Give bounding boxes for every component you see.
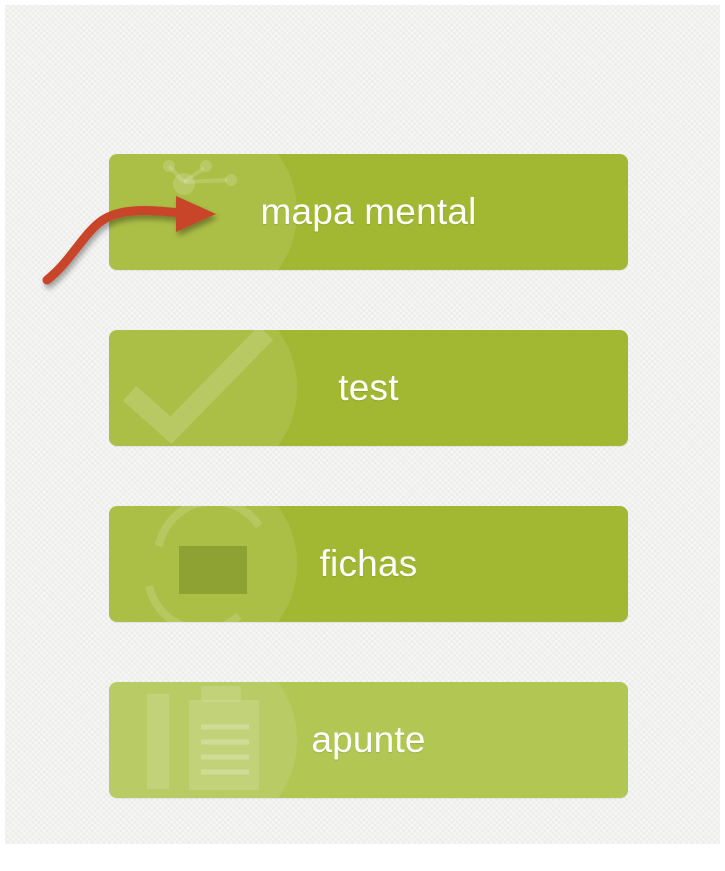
- apunte-button[interactable]: apunte: [109, 682, 628, 798]
- button-label: fichas: [319, 543, 418, 584]
- button-label: test: [338, 367, 399, 408]
- test-button[interactable]: test: [109, 330, 628, 446]
- button-label: apunte: [311, 719, 426, 760]
- page-background: mapa mental test fichas apunte: [5, 5, 720, 844]
- button-label: mapa mental: [260, 191, 477, 232]
- fichas-button[interactable]: fichas: [109, 506, 628, 622]
- mapa-mental-button[interactable]: mapa mental: [109, 154, 628, 270]
